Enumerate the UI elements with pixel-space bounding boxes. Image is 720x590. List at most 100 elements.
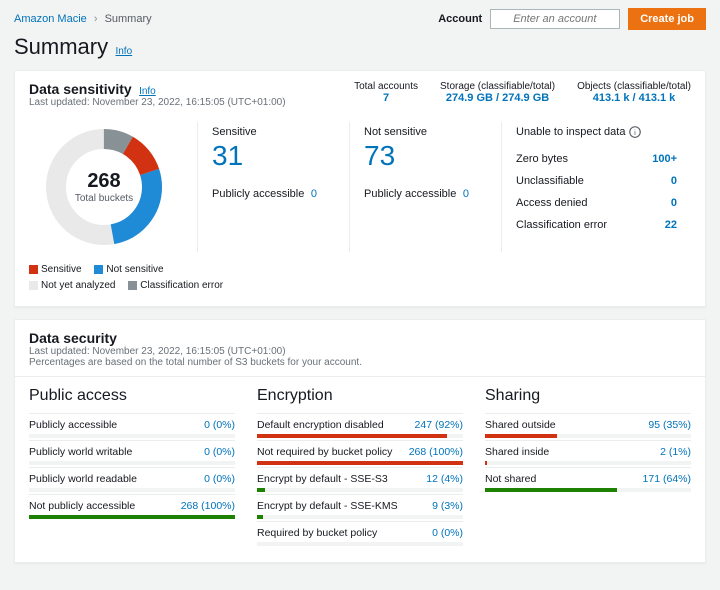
svg-text:i: i	[635, 128, 637, 137]
metric-row: Not shared 171 (64%)	[485, 467, 691, 494]
metric-bar	[29, 434, 235, 438]
public-access-col: Public access Publicly accessible0 (0%)P…	[29, 387, 235, 548]
inspect-row-label: Unclassifiable	[516, 175, 584, 187]
page-info-link[interactable]: Info	[115, 46, 132, 57]
metric-bar	[29, 488, 235, 492]
metric-value[interactable]: 12 (4%)	[426, 473, 463, 485]
head-stat-label: Objects (classifiable/total)	[577, 81, 691, 92]
sensitivity-head-stats: Total accounts7 Storage (classifiable/tot…	[354, 81, 691, 104]
public-access-title: Public access	[29, 387, 235, 405]
info-icon[interactable]: i	[629, 126, 641, 138]
head-stat-value[interactable]: 274.9 GB / 274.9 GB	[440, 92, 555, 104]
inspect-row-label: Classification error	[516, 219, 607, 231]
sensitive-pub-label: Publicly accessible	[212, 188, 304, 200]
metric-row: Not required by bucket policy 268 (100%)	[257, 440, 463, 467]
sensitive-label: Sensitive	[212, 126, 317, 138]
donut-label: Total buckets	[39, 193, 169, 204]
inspect-row-label: Access denied	[516, 197, 588, 209]
page-title: Summary	[14, 34, 108, 59]
breadcrumb: Amazon Macie › Summary	[14, 13, 152, 25]
account-search-input[interactable]	[490, 9, 620, 29]
metric-value[interactable]: 0 (0%)	[204, 419, 235, 431]
metric-label: Not required by bucket policy	[257, 446, 392, 458]
metric-row: Publicly world writable 0 (0%)	[29, 440, 235, 467]
inspect-title: Unable to inspect data	[516, 126, 625, 138]
data-sensitivity-panel: Data sensitivity Info Last updated: Nove…	[14, 70, 706, 307]
sensitivity-donut: 268 Total buckets	[39, 122, 169, 252]
metric-value[interactable]: 0 (0%)	[432, 527, 463, 539]
security-note: Percentages are based on the total numbe…	[29, 357, 691, 368]
sensitivity-updated: Last updated: November 23, 2022, 16:15:0…	[29, 97, 286, 108]
head-stat-value[interactable]: 7	[354, 92, 418, 104]
metric-value[interactable]: 2 (1%)	[660, 446, 691, 458]
inspect-row-value[interactable]: 22	[665, 219, 677, 231]
metric-label: Encrypt by default - SSE-KMS	[257, 500, 398, 512]
metric-label: Default encryption disabled	[257, 419, 384, 431]
metric-label: Shared outside	[485, 419, 556, 431]
metric-row: Default encryption disabled 247 (92%)	[257, 413, 463, 440]
metric-bar	[257, 461, 463, 465]
metric-row: Required by bucket policy 0 (0%)	[257, 521, 463, 548]
sensitivity-info-link[interactable]: Info	[139, 86, 156, 97]
head-stat-label: Total accounts	[354, 81, 418, 92]
metric-bar	[257, 542, 463, 546]
metric-bar	[257, 515, 463, 519]
metric-row: Encrypt by default - SSE-S3 12 (4%)	[257, 467, 463, 494]
metric-label: Shared inside	[485, 446, 549, 458]
notsensitive-pub-label: Publicly accessible	[364, 188, 456, 200]
sharing-title: Sharing	[485, 387, 691, 405]
metric-bar	[485, 461, 691, 465]
sensitive-pub-value[interactable]: 0	[311, 188, 317, 200]
metric-label: Required by bucket policy	[257, 527, 377, 539]
metric-value[interactable]: 247 (92%)	[415, 419, 463, 431]
breadcrumb-current: Summary	[105, 13, 152, 25]
metric-value[interactable]: 0 (0%)	[204, 446, 235, 458]
inspect-row-value[interactable]: 100+	[652, 153, 677, 165]
security-updated: Last updated: November 23, 2022, 16:15:0…	[29, 346, 691, 357]
metric-row: Not publicly accessible 268 (100%)	[29, 494, 235, 521]
metric-value[interactable]: 0 (0%)	[204, 473, 235, 485]
metric-label: Publicly world writable	[29, 446, 132, 458]
metric-bar	[257, 434, 463, 438]
metric-row: Shared outside 95 (35%)	[485, 413, 691, 440]
account-label: Account	[438, 13, 482, 25]
metric-label: Publicly world readable	[29, 473, 137, 485]
inspect-row-value[interactable]: 0	[671, 175, 677, 187]
security-title: Data security	[29, 330, 691, 346]
metric-value[interactable]: 268 (100%)	[409, 446, 463, 458]
notsensitive-value[interactable]: 73	[364, 140, 469, 172]
data-security-panel: Data security Last updated: November 23,…	[14, 319, 706, 563]
inspect-row-value[interactable]: 0	[671, 197, 677, 209]
breadcrumb-root[interactable]: Amazon Macie	[14, 13, 87, 25]
metric-bar	[29, 515, 235, 519]
metric-value[interactable]: 9 (3%)	[432, 500, 463, 512]
metric-label: Publicly accessible	[29, 419, 117, 431]
sensitive-value[interactable]: 31	[212, 140, 317, 172]
metric-label: Encrypt by default - SSE-S3	[257, 473, 388, 485]
donut-total: 268	[39, 170, 169, 193]
metric-row: Publicly world readable 0 (0%)	[29, 467, 235, 494]
metric-value[interactable]: 171 (64%)	[643, 473, 691, 485]
metric-row: Encrypt by default - SSE-KMS 9 (3%)	[257, 494, 463, 521]
head-stat-value[interactable]: 413.1 k / 413.1 k	[577, 92, 691, 104]
inspect-row-label: Zero bytes	[516, 153, 568, 165]
notsensitive-pub-value[interactable]: 0	[463, 188, 469, 200]
metric-bar	[257, 488, 463, 492]
metric-label: Not shared	[485, 473, 536, 485]
metric-row: Shared inside 2 (1%)	[485, 440, 691, 467]
metric-bar	[485, 434, 691, 438]
metric-value[interactable]: 268 (100%)	[181, 500, 235, 512]
metric-bar	[29, 461, 235, 465]
metric-row: Publicly accessible 0 (0%)	[29, 413, 235, 440]
encryption-col: Encryption Default encryption disabled 24…	[257, 387, 463, 548]
metric-value[interactable]: 95 (35%)	[648, 419, 691, 431]
create-job-button[interactable]: Create job	[628, 8, 706, 30]
account-search	[490, 9, 620, 29]
metric-label: Not publicly accessible	[29, 500, 135, 512]
sharing-col: Sharing Shared outside 95 (35%) Shared ins…	[485, 387, 691, 548]
sensitivity-title: Data sensitivity	[29, 81, 132, 97]
donut-legend: Sensitive Not sensitive Not yet analyzed…	[15, 256, 705, 306]
head-stat-label: Storage (classifiable/total)	[440, 81, 555, 92]
encryption-title: Encryption	[257, 387, 463, 405]
notsensitive-label: Not sensitive	[364, 126, 469, 138]
